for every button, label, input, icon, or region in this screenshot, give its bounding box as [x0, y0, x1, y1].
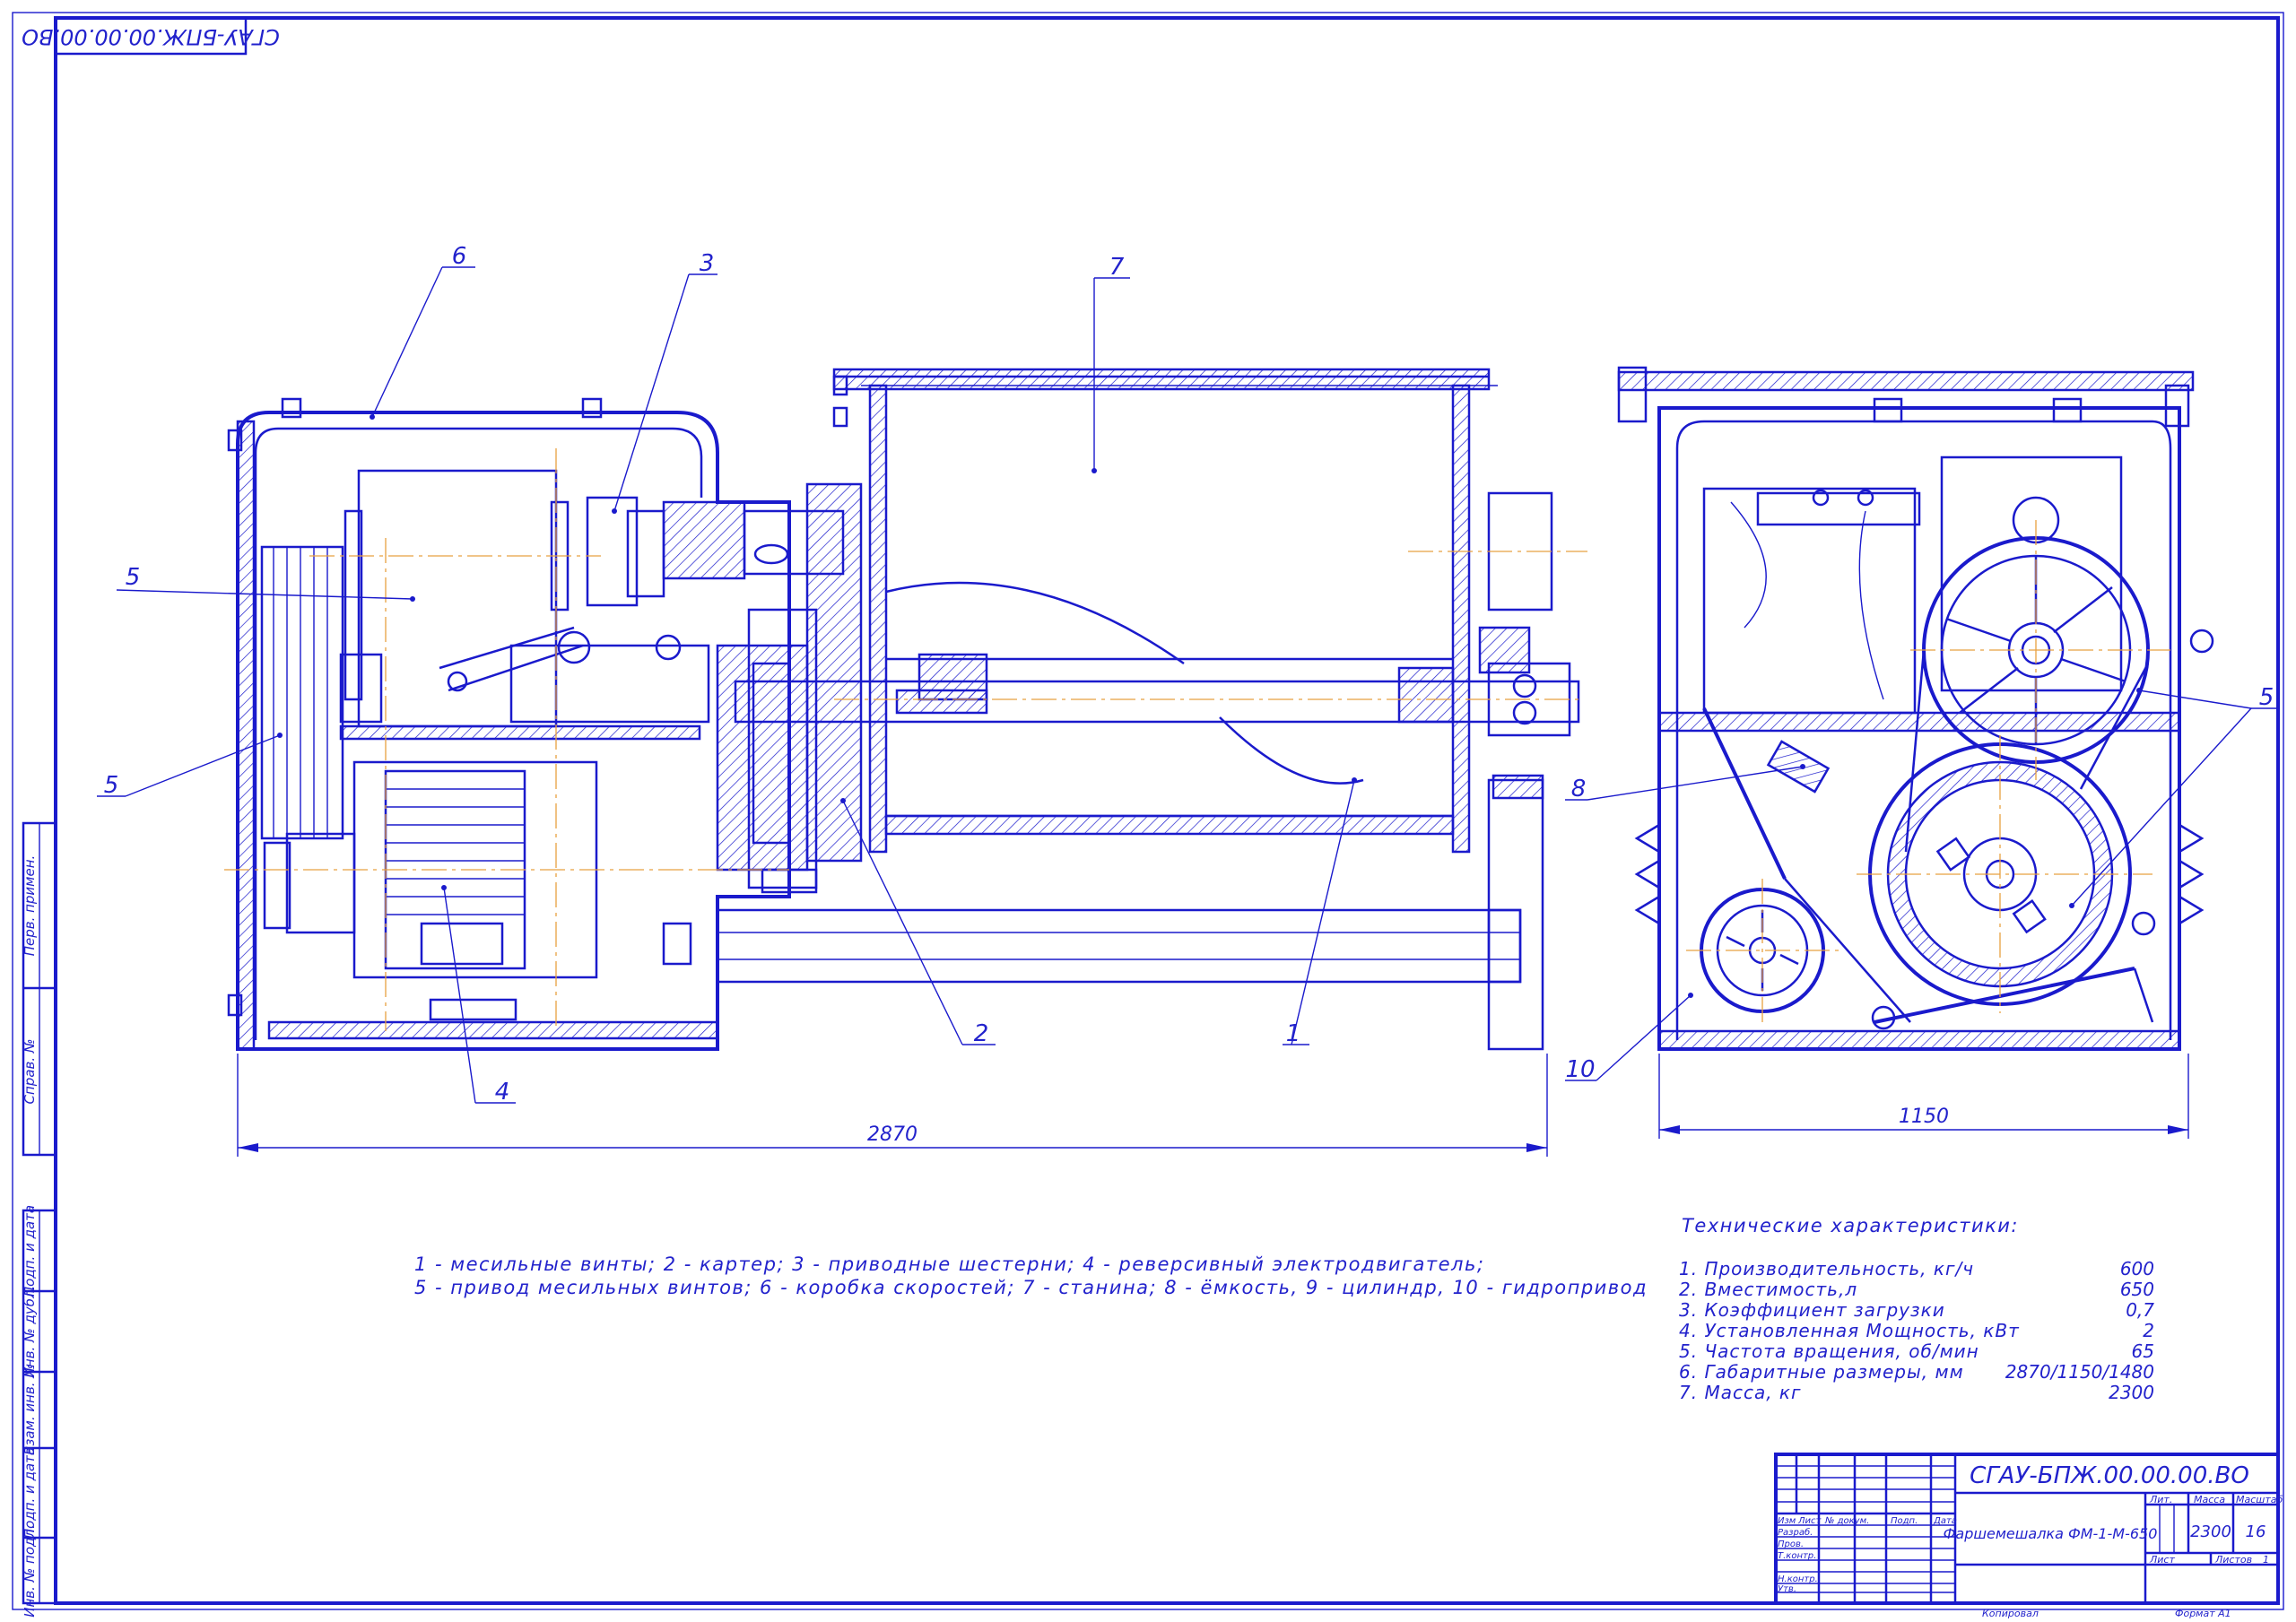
tech-row-label: 2. Вместимость,л — [1679, 1279, 1857, 1300]
dimension-length-text: 2870 — [867, 1123, 918, 1146]
tb-col-header: Подп. — [1891, 1516, 1918, 1526]
callout-8: 7 — [1109, 254, 1125, 281]
tb-copied: Копировал — [1982, 1608, 2039, 1619]
callout-4: 4 — [495, 1079, 510, 1106]
strip-label-reference: Справ. № — [22, 1039, 38, 1105]
tb-col-header: Дата — [1933, 1516, 1957, 1526]
strip-label-dup-inv: Инв. № дубл. — [22, 1286, 38, 1378]
tech-row-label: 1. Производительность, кг/ч — [1679, 1258, 1974, 1279]
callout-5-front: 5 — [104, 772, 119, 799]
tb-row-label: Пров. — [1778, 1540, 1804, 1549]
tech-specs: Технические характеристики: 1. Производи… — [1679, 1215, 2154, 1403]
legend-line-2: 5 - привод месильных винтов; 6 - коробка… — [414, 1277, 1648, 1298]
callout-9: 8 — [1571, 776, 1587, 802]
tb-sheets-label: Листов — [2214, 1554, 2252, 1566]
callout-1: 1 — [1286, 1020, 1301, 1047]
legend-line-1: 1 - месильные винты; 2 - картер; 3 - при… — [414, 1253, 1484, 1275]
side-view — [1617, 366, 2214, 1051]
callout-5-side: 5 — [2259, 684, 2274, 711]
tb-col-header: Лист — [1797, 1516, 1822, 1526]
callout-7: 6 — [452, 243, 467, 270]
tech-row-value: 2870/1150/1480 — [2005, 1361, 2154, 1383]
top-stamp-text: СГАУ-БПЖ.00.00.00.ВО — [22, 24, 280, 49]
tech-row-value: 0,7 — [2126, 1299, 2154, 1321]
side-strip: Перв. примен. Справ. № Подп. и дата Инв.… — [22, 821, 57, 1618]
belt-pulley — [260, 545, 344, 840]
tech-row-label: 3. Коэффициент загрузки — [1679, 1299, 1945, 1321]
tb-scale-label: Масштаб — [2236, 1494, 2283, 1505]
tb-row-label: Т.контр. — [1778, 1551, 1816, 1561]
front-view — [224, 368, 1587, 1051]
top-stamp: СГАУ-БПЖ.00.00.00.ВО — [22, 16, 280, 56]
callout-3: 3 — [700, 250, 715, 277]
hydraulic-cylinder — [716, 908, 1522, 984]
tech-row-label: 6. Габаритные размеры, мм — [1679, 1361, 1964, 1383]
tb-lit-label: Лит. — [2149, 1494, 2172, 1505]
legend: 1 - месильные винты; 2 - картер; 3 - при… — [414, 1253, 1648, 1298]
callout-6: 5 — [126, 564, 141, 591]
tech-row-value: 650 — [2120, 1279, 2154, 1300]
tech-row-label: 5. Частота вращения, об/мин — [1679, 1340, 1979, 1362]
tech-row-value: 600 — [2120, 1258, 2154, 1279]
tech-row-value: 2300 — [2109, 1382, 2154, 1403]
tb-format: Формат А1 — [2175, 1608, 2231, 1619]
tb-row-label: Разраб. — [1778, 1527, 1813, 1538]
dimension-width-text: 1150 — [1899, 1106, 1949, 1128]
strip-label-replace-inv: Взам. инв. № — [22, 1364, 38, 1455]
strip-label-sign-date-1: Подп. и дата — [22, 1205, 38, 1297]
tb-sheets-value: 1 — [2263, 1554, 2269, 1566]
tech-title: Технические характеристики: — [1682, 1215, 2019, 1236]
callout-2: 2 — [974, 1020, 989, 1047]
tb-row-label: Утв. — [1778, 1584, 1796, 1594]
dimension-width: 1150 — [1658, 1054, 2189, 1139]
tb-mass-label: Масса — [2194, 1494, 2225, 1505]
tb-col-header: Изм — [1778, 1516, 1796, 1526]
tb-sheet-label: Лист — [2149, 1554, 2175, 1566]
tb-scale-value: 16 — [2246, 1522, 2266, 1541]
drive-gears — [586, 482, 863, 894]
tb-designation: СГАУ-БПЖ.00.00.00.ВО — [1970, 1462, 2249, 1489]
tb-row-label: Н.контр. — [1778, 1574, 1818, 1584]
tb-col-header: № докум. — [1824, 1516, 1869, 1526]
tb-mass-value: 2300 — [2190, 1522, 2231, 1541]
tech-row-label: 4. Установленная Мощность, кВт — [1679, 1320, 2020, 1341]
title-block: СГАУ-БПЖ.00.00.00.ВО Фаршемешалка ФМ-1-М… — [1774, 1453, 2283, 1619]
callout-10: 10 — [1565, 1056, 1595, 1083]
tb-product-name: Фаршемешалка ФМ-1-М-650 — [1944, 1525, 2158, 1542]
drawing-sheet: СГАУ-БПЖ.00.00.00.ВО Перв. примен. Справ… — [12, 12, 2284, 1619]
strip-label-orig-inv: Инв. № подл. — [22, 1524, 38, 1617]
dimension-length: 2870 — [237, 1054, 1548, 1157]
strip-label-first-use: Перв. примен. — [22, 855, 38, 957]
tech-row-value: 65 — [2132, 1340, 2154, 1362]
tech-row-label: 7. Масса, кг — [1679, 1382, 1802, 1403]
tech-row-value: 2 — [2143, 1320, 2154, 1341]
